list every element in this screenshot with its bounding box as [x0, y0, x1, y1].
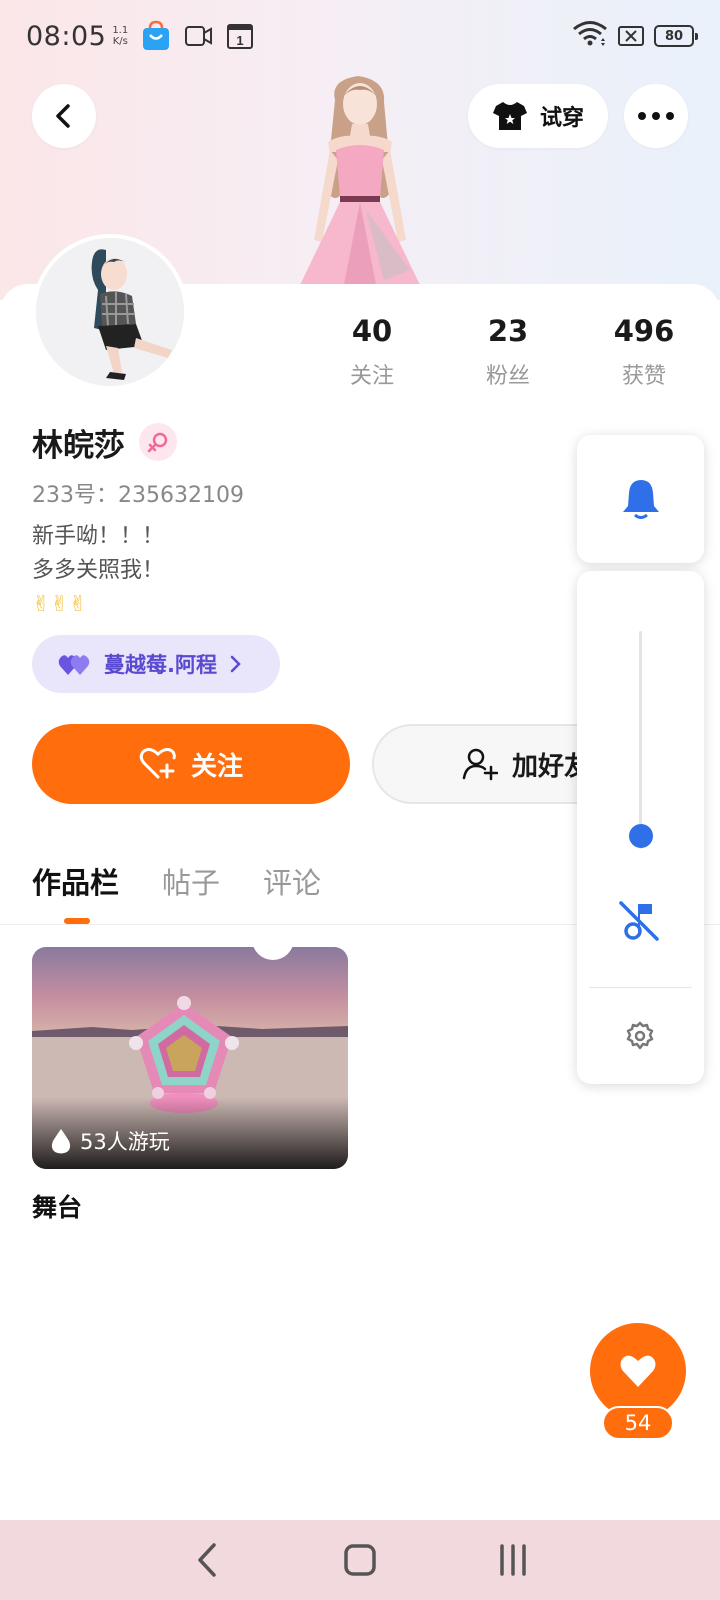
stat-likes-label: 获赞 [621, 364, 666, 389]
female-icon [147, 432, 168, 453]
status-time: 08:05 [26, 20, 107, 52]
calendar-icon: 1 [226, 22, 254, 50]
back-icon [56, 104, 70, 128]
status-right: 80 [572, 20, 698, 52]
video-camera-icon [184, 24, 214, 48]
stat-following[interactable]: 40 关注 [312, 314, 432, 390]
bio: 新手呦！！！ 多多关照我！ ✌✌✌ [32, 520, 164, 622]
partner-name: 蔓越莓.阿程 [104, 653, 217, 677]
bio-line: 新手呦！！！ [32, 524, 165, 549]
nav-home-icon [344, 1544, 376, 1576]
back-button[interactable] [32, 84, 96, 148]
try-on-label: 试穿 [539, 106, 584, 131]
stat-following-value: 40 [351, 314, 393, 348]
add-user-icon [462, 748, 498, 781]
music-off-icon [619, 901, 659, 941]
heart-plus-icon [139, 747, 176, 779]
nav-back-button[interactable] [177, 1530, 237, 1590]
work-title: 舞台 [32, 1193, 83, 1222]
battery-indicator: 80 [654, 25, 698, 47]
try-on-button[interactable]: 试穿 [468, 84, 608, 148]
bio-line: 多多关照我！ [32, 558, 165, 583]
more-icon [638, 112, 674, 120]
user-id: 233号：235632109 [32, 483, 244, 508]
like-count: 54 [602, 1406, 674, 1440]
bell-icon [622, 480, 659, 519]
nav-recents-button[interactable] [483, 1530, 543, 1590]
notification-panel[interactable] [577, 435, 704, 563]
tab-comments[interactable]: 评论 [263, 860, 321, 902]
gear-icon [626, 1021, 654, 1050]
no-sim-icon [618, 26, 644, 46]
bio-line: ✌✌✌ [32, 592, 88, 617]
username: 林皖莎 [32, 428, 125, 464]
volume-panel-divider [589, 987, 692, 988]
status-bar: 08:05 1.1 K/s 1 80 [0, 0, 720, 72]
nav-home-button[interactable] [330, 1530, 390, 1590]
app-store-icon [140, 20, 172, 52]
music-off-button[interactable] [617, 899, 661, 947]
partner-chip[interactable]: 蔓越莓.阿程 [32, 635, 280, 693]
more-options-button[interactable] [624, 84, 688, 148]
network-speed: 1.1 K/s [112, 25, 129, 47]
volume-slider-track[interactable] [639, 631, 642, 849]
work-play-count-text: 53人游玩 [80, 1130, 170, 1154]
stat-followers-label: 粉丝 [485, 364, 530, 389]
double-heart-icon [58, 655, 90, 675]
heart-icon [620, 1355, 656, 1387]
volume-panel [577, 571, 704, 1084]
avatar[interactable] [32, 234, 188, 390]
follow-button[interactable]: 关注 [32, 724, 350, 804]
tab-works[interactable]: 作品栏 [32, 860, 119, 902]
stat-following-label: 关注 [349, 364, 394, 389]
stat-followers-value: 23 [487, 314, 529, 348]
work-play-count: 53人游玩 [50, 1126, 170, 1156]
chevron-right-icon [230, 655, 241, 673]
wifi-icon [572, 20, 608, 52]
flame-icon [51, 1129, 71, 1154]
nav-back-icon [197, 1543, 216, 1577]
like-button[interactable] [590, 1323, 686, 1419]
tshirt-icon [492, 102, 527, 130]
stat-likes-value: 496 [613, 314, 675, 348]
character-avatar-fullbody [280, 70, 440, 285]
system-nav-bar [0, 1520, 720, 1600]
volume-slider-thumb[interactable] [629, 823, 653, 848]
stat-followers[interactable]: 23 粉丝 [448, 314, 568, 390]
tab-posts[interactable]: 帖子 [162, 860, 220, 902]
stat-likes[interactable]: 496 获赞 [584, 314, 704, 390]
nav-recents-icon [500, 1544, 527, 1576]
svg-text:1: 1 [237, 33, 244, 48]
follow-label: 关注 [190, 751, 243, 782]
sound-settings-button[interactable] [625, 1021, 655, 1055]
gender-badge [139, 423, 177, 461]
